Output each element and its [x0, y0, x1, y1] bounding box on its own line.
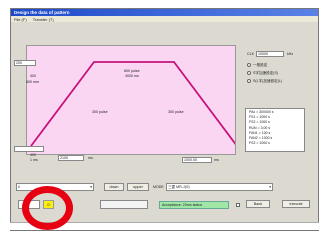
title-bar: Design the data of pattern — [11, 9, 318, 16]
radio-s-curve[interactable]: S字加速設定(S) — [247, 71, 278, 76]
disabled-field — [100, 200, 148, 209]
chevron-down-icon: ▾ — [269, 185, 271, 189]
left-speed-label: 400 — [30, 74, 36, 78]
bottom-right-unit: ms — [214, 158, 219, 162]
clk-label: CLK — [247, 52, 254, 56]
menu-item-transfer[interactable]: Transfer (T) — [33, 17, 54, 22]
back-checkbox-wrap[interactable] — [236, 203, 240, 208]
execute-button[interactable]: execute — [282, 200, 310, 208]
down-button[interactable]: down — [104, 183, 124, 191]
clk-field[interactable]: 10000 — [256, 51, 284, 57]
radio-normal[interactable]: 一般設定 — [247, 63, 267, 68]
radio-icon[interactable] — [247, 79, 251, 84]
parameter-info-box: PAx = 300000 s FS1 = 1000 s FS2 = 1000 s… — [245, 108, 305, 152]
bottom-left-field[interactable]: 2100 — [58, 155, 84, 161]
chevron-down-icon: ▾ — [90, 185, 92, 189]
menu-bar: File (F) Transfer (T) — [11, 16, 318, 22]
upper-button[interactable]: upper — [127, 183, 149, 191]
radio-icon[interactable] — [247, 63, 251, 68]
checkbox-icon[interactable] — [236, 203, 240, 208]
radio-l-curve[interactable]: S(L字)加速設定(L) — [247, 79, 282, 84]
window-title: Design the data of pattern — [14, 10, 70, 15]
peak-sub-label: 4000 ms — [125, 74, 139, 78]
mode-label: MODE — [153, 185, 164, 189]
speed-profile-svg — [30, 61, 238, 147]
bottom-left-unit: ms — [88, 156, 93, 160]
radio-icon[interactable] — [247, 71, 251, 76]
mid-right-label: 300 pulse — [168, 110, 184, 114]
info-line: FS2 = 1000 s — [249, 141, 270, 146]
left-speed-unit: 800 mm — [26, 80, 39, 84]
left-axis-val: 400 — [30, 153, 36, 157]
back-button[interactable]: Back — [246, 200, 270, 208]
menu-item-file[interactable]: File (F) — [14, 17, 27, 22]
mid-left-label: 300 pulse — [92, 110, 108, 114]
bottom-right-field[interactable]: 1000.00 — [182, 157, 212, 163]
peak-label: 800 pulse — [124, 69, 140, 73]
left-axis-label: 1 ms — [30, 158, 38, 162]
pattern-plot — [26, 45, 238, 155]
mode-select[interactable]: 三菱 MR-J(S) ▾ — [166, 183, 273, 191]
left-pulse-field[interactable]: 200 — [14, 60, 36, 66]
status-display-field: Acceptance: 23ms status — [159, 201, 229, 209]
highlight-circle — [22, 186, 73, 230]
left-axis-field[interactable] — [14, 146, 44, 152]
clk-unit: kHz — [287, 52, 294, 56]
